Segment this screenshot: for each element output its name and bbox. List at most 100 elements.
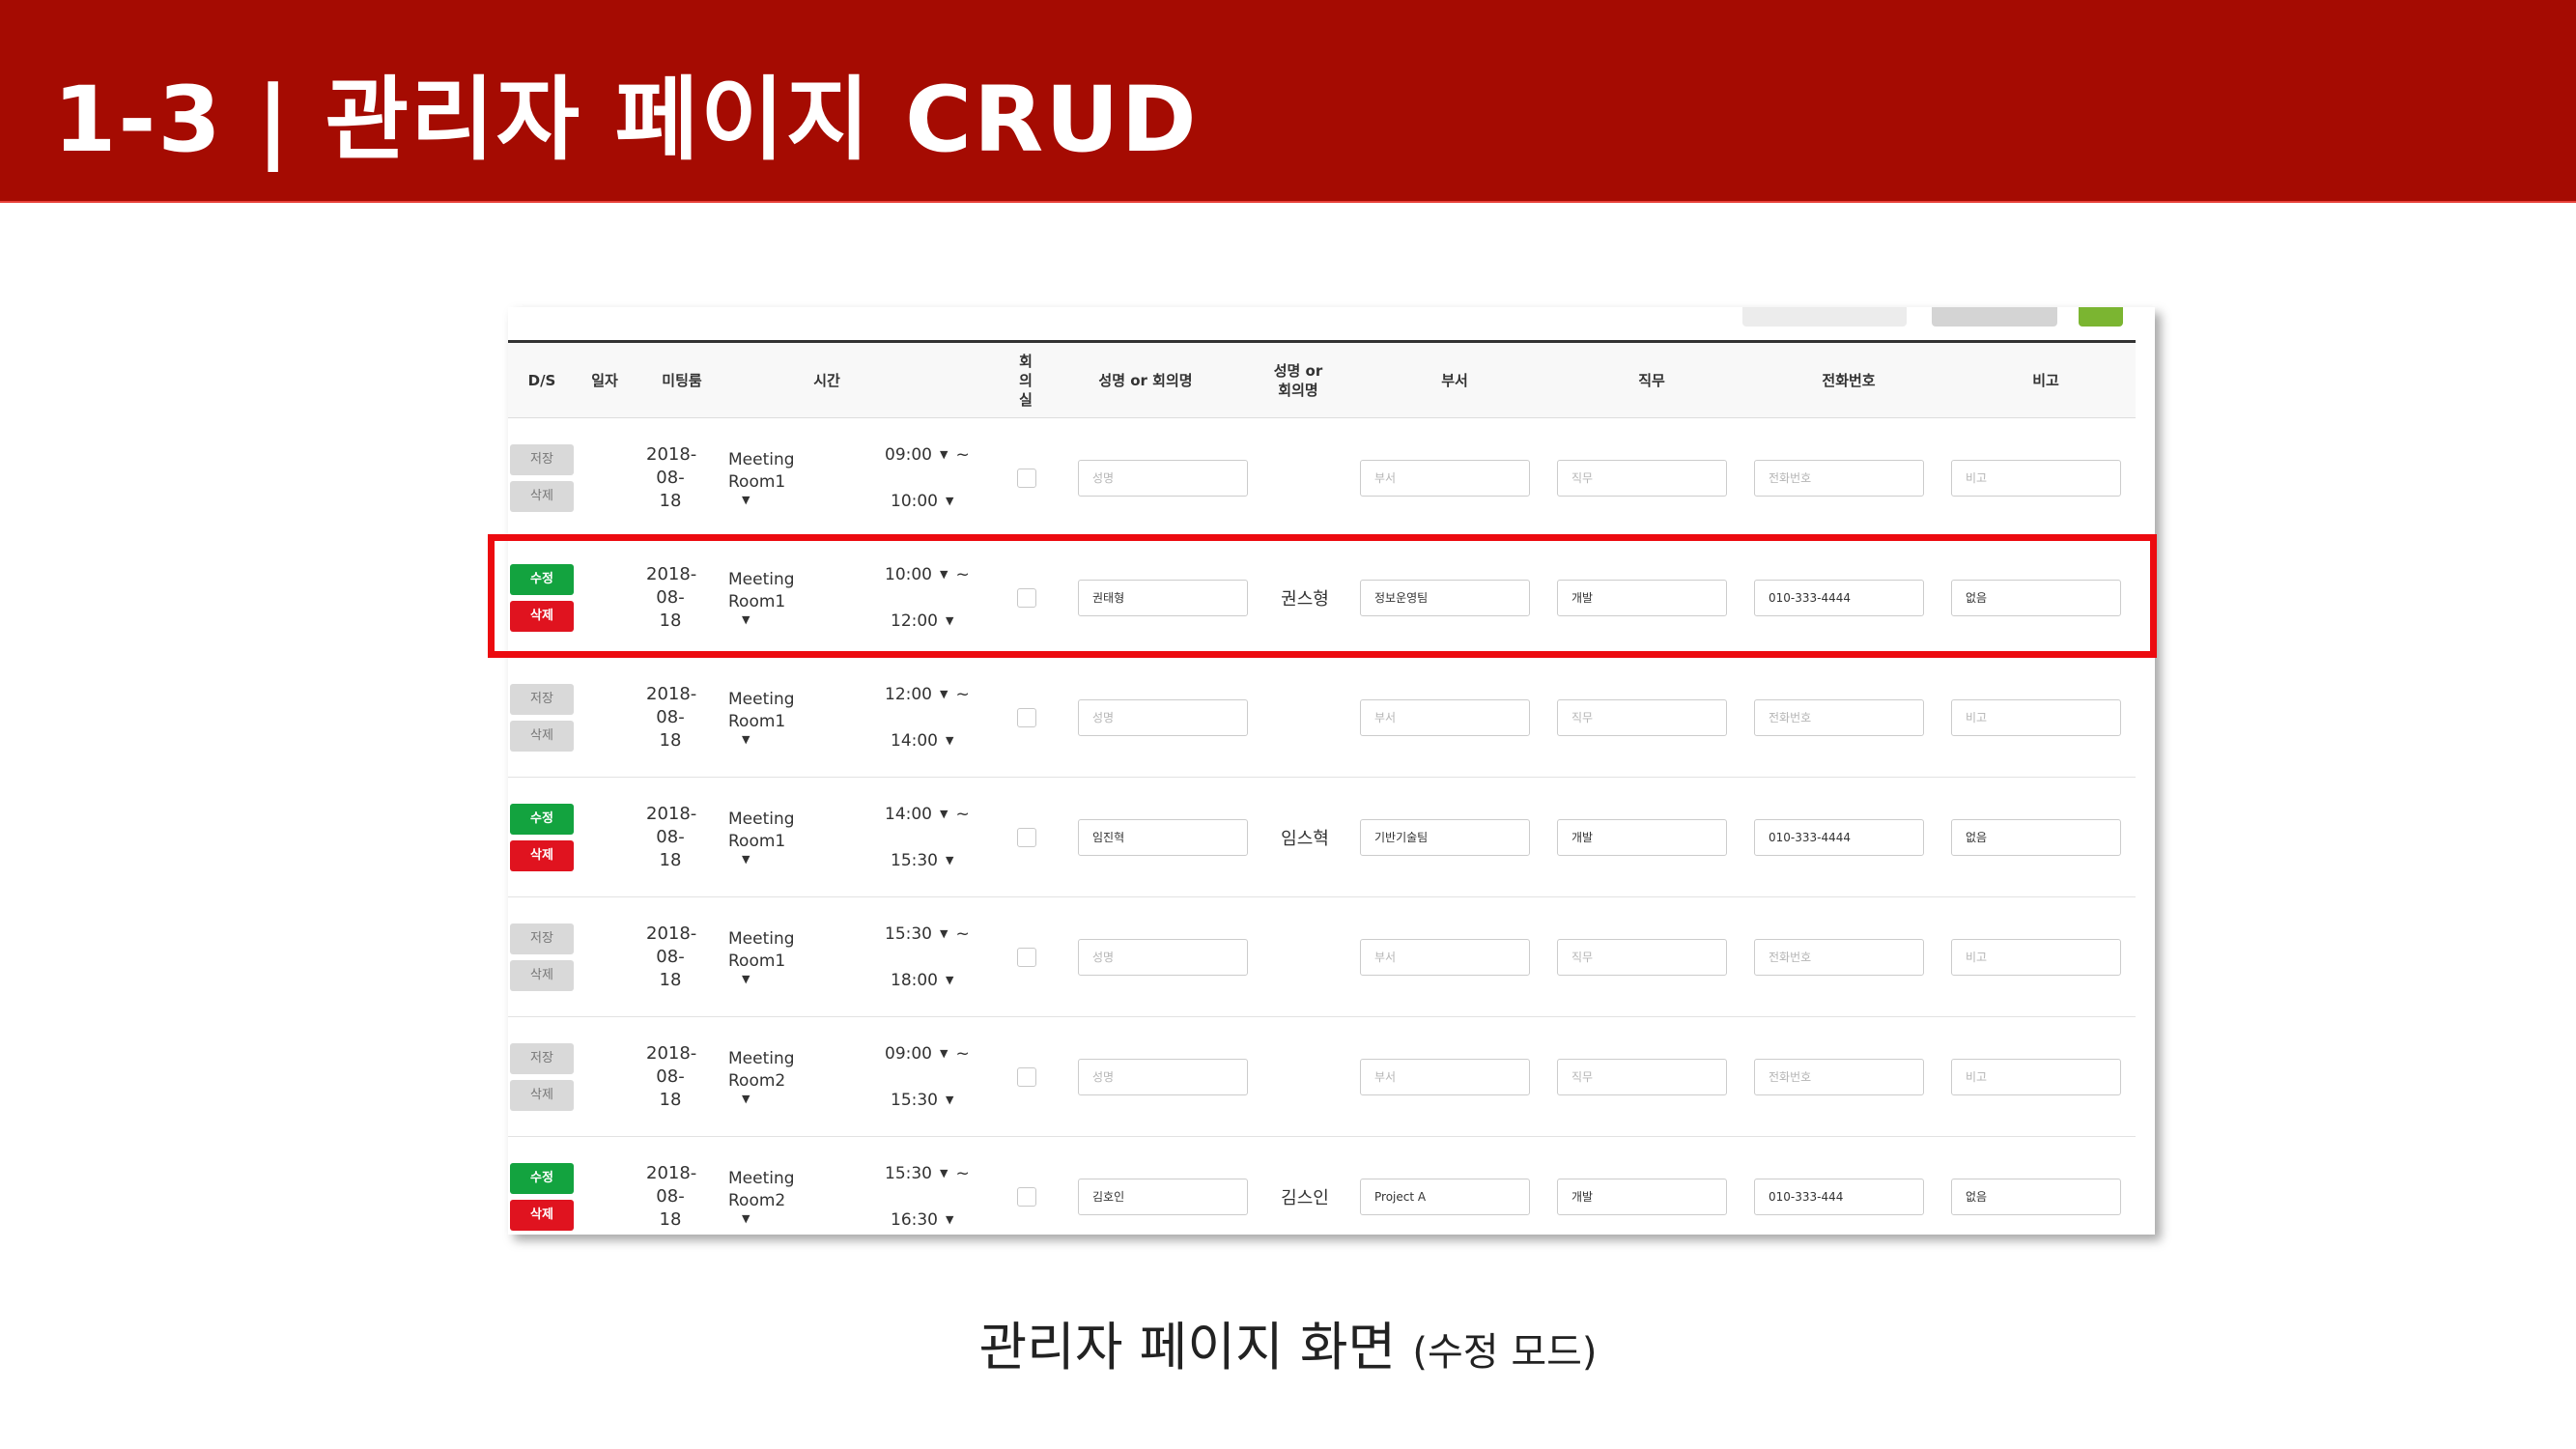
name-input[interactable]: 임진혁 xyxy=(1078,818,1248,856)
name-input[interactable]: 성명 xyxy=(1078,938,1248,976)
note-input[interactable]: 비고 xyxy=(1951,938,2121,976)
caret-down-icon: ▼ xyxy=(742,1092,750,1105)
note-input[interactable]: 없음 xyxy=(1951,818,2121,856)
name-input[interactable]: 성명 xyxy=(1078,459,1248,497)
phone-input[interactable]: 전화번호 xyxy=(1754,938,1924,976)
save-button[interactable]: 저장 xyxy=(510,443,574,475)
room-checkbox[interactable] xyxy=(1017,707,1036,727)
meeting-room-label: Meeting Room1 xyxy=(728,449,795,492)
job-input[interactable]: 직무 xyxy=(1557,698,1727,736)
room-checkbox[interactable] xyxy=(1017,1066,1036,1087)
date-cell: 2018-08-18 xyxy=(646,443,697,511)
job-input[interactable]: 직무 xyxy=(1557,1058,1727,1095)
meeting-room-select[interactable]: Meeting Room1 ▼ xyxy=(728,689,806,747)
save-button[interactable]: 저장 xyxy=(510,1042,574,1074)
note-input[interactable]: 비고 xyxy=(1951,698,2121,736)
start-time-select[interactable]: 15:30 xyxy=(885,923,932,946)
job-input[interactable]: 개발 xyxy=(1557,1178,1727,1215)
name-text: 임스혁 xyxy=(1281,828,1329,849)
note-input[interactable]: 비고 xyxy=(1951,459,2121,497)
name-input[interactable]: 성명 xyxy=(1078,698,1248,736)
tilde-text: ~ xyxy=(955,684,970,704)
dept-input[interactable]: 부서 xyxy=(1360,938,1530,976)
start-time-select[interactable]: 12:00 xyxy=(885,683,932,706)
start-time-select[interactable]: 15:30 xyxy=(885,1162,932,1185)
note-input[interactable]: 비고 xyxy=(1951,1058,2121,1095)
job-input[interactable]: 개발 xyxy=(1557,818,1727,856)
save-button[interactable]: 저장 xyxy=(510,683,574,715)
end-time-select[interactable]: 15:30 xyxy=(891,1089,938,1112)
name-text: 김스인 xyxy=(1281,1187,1329,1208)
dept-input[interactable]: 부서 xyxy=(1360,698,1530,736)
start-time-select[interactable]: 09:00 xyxy=(885,443,932,467)
start-time-select[interactable]: 14:00 xyxy=(885,803,932,826)
slide-header: 1-3 | 관리자 페이지 CRUD xyxy=(0,0,2576,203)
start-time-select[interactable]: 09:00 xyxy=(885,1042,932,1065)
end-time-select[interactable]: 16:30 xyxy=(891,1208,938,1232)
meeting-room-label: Meeting Room2 xyxy=(728,1048,795,1091)
phone-input[interactable]: 전화번호 xyxy=(1754,698,1924,736)
name-input[interactable]: 김호인 xyxy=(1078,1178,1248,1215)
toolbar-add-button[interactable] xyxy=(2079,307,2123,327)
meeting-room-select[interactable]: Meeting Room1 ▼ xyxy=(728,809,806,867)
meeting-room-label: Meeting Room2 xyxy=(728,1168,795,1210)
delete-button[interactable]: 삭제 xyxy=(510,1199,574,1231)
meeting-room-select[interactable]: Meeting Room2 ▼ xyxy=(728,1168,806,1226)
toolbar-control[interactable] xyxy=(1932,307,2057,327)
caret-down-icon: ▼ xyxy=(940,1166,948,1179)
tilde-text: ~ xyxy=(955,444,970,465)
dept-input[interactable]: Project A xyxy=(1360,1178,1530,1215)
meeting-room-select[interactable]: Meeting Room1 ▼ xyxy=(728,449,806,507)
caret-down-icon: ▼ xyxy=(742,493,750,506)
caret-down-icon: ▼ xyxy=(946,1093,954,1106)
date-cell: 2018-08-18 xyxy=(646,1042,697,1110)
dept-input[interactable]: 부서 xyxy=(1360,459,1530,497)
edit-row-highlight xyxy=(488,534,2157,658)
note-input[interactable]: 없음 xyxy=(1951,1178,2121,1215)
room-checkbox[interactable] xyxy=(1017,1186,1036,1207)
header-note: 비고 xyxy=(2032,371,2059,389)
dept-input[interactable]: 부서 xyxy=(1360,1058,1530,1095)
end-time-select[interactable]: 18:00 xyxy=(891,969,938,992)
delete-button[interactable]: 삭제 xyxy=(510,959,574,991)
delete-button[interactable]: 삭제 xyxy=(510,480,574,512)
dept-input[interactable]: 기반기술팀 xyxy=(1360,818,1530,856)
end-time-select[interactable]: 10:00 xyxy=(891,490,938,513)
caret-down-icon: ▼ xyxy=(946,494,954,507)
meeting-room-label: Meeting Room1 xyxy=(728,928,795,971)
delete-button[interactable]: 삭제 xyxy=(510,1079,574,1111)
caption-paren: (수정 모드) xyxy=(1412,1330,1598,1375)
job-input[interactable]: 직무 xyxy=(1557,459,1727,497)
room-checkbox[interactable] xyxy=(1017,468,1036,488)
phone-input[interactable]: 010-333-444 xyxy=(1754,1178,1924,1215)
table-row: 저장 삭제 2018-08-18 Meeting Room1 ▼ 09:00 ▼ ~10:00… xyxy=(508,418,2136,538)
edit-button[interactable]: 수정 xyxy=(510,803,574,835)
caret-down-icon: ▼ xyxy=(940,687,948,700)
table-row: 수정 삭제 2018-08-18 Meeting Room1 ▼ 14:00 ▼ ~15:30… xyxy=(508,778,2136,897)
end-time-select[interactable]: 14:00 xyxy=(891,729,938,753)
tilde-text: ~ xyxy=(955,1043,970,1064)
header-time: 시간 xyxy=(813,371,840,389)
caret-down-icon: ▼ xyxy=(940,926,948,940)
meeting-room-select[interactable]: Meeting Room1 ▼ xyxy=(728,928,806,986)
caption-main: 관리자 페이지 화면 xyxy=(978,1317,1397,1378)
delete-button[interactable]: 삭제 xyxy=(510,839,574,871)
header-phone: 전화번호 xyxy=(1822,371,1876,389)
tilde-text: ~ xyxy=(955,804,970,824)
phone-input[interactable]: 010-333-4444 xyxy=(1754,818,1924,856)
phone-input[interactable]: 전화번호 xyxy=(1754,459,1924,497)
header-ds: D/S xyxy=(527,371,556,389)
name-input[interactable]: 성명 xyxy=(1078,1058,1248,1095)
end-time-select[interactable]: 15:30 xyxy=(891,849,938,872)
delete-button[interactable]: 삭제 xyxy=(510,720,574,752)
room-checkbox[interactable] xyxy=(1017,827,1036,847)
save-button[interactable]: 저장 xyxy=(510,923,574,954)
toolbar-control[interactable] xyxy=(1742,307,1907,327)
caret-down-icon: ▼ xyxy=(742,1211,750,1225)
phone-input[interactable]: 전화번호 xyxy=(1754,1058,1924,1095)
job-input[interactable]: 직무 xyxy=(1557,938,1727,976)
meeting-room-select[interactable]: Meeting Room2 ▼ xyxy=(728,1048,806,1106)
room-checkbox[interactable] xyxy=(1017,947,1036,967)
edit-button[interactable]: 수정 xyxy=(510,1162,574,1194)
date-cell: 2018-08-18 xyxy=(646,923,697,990)
